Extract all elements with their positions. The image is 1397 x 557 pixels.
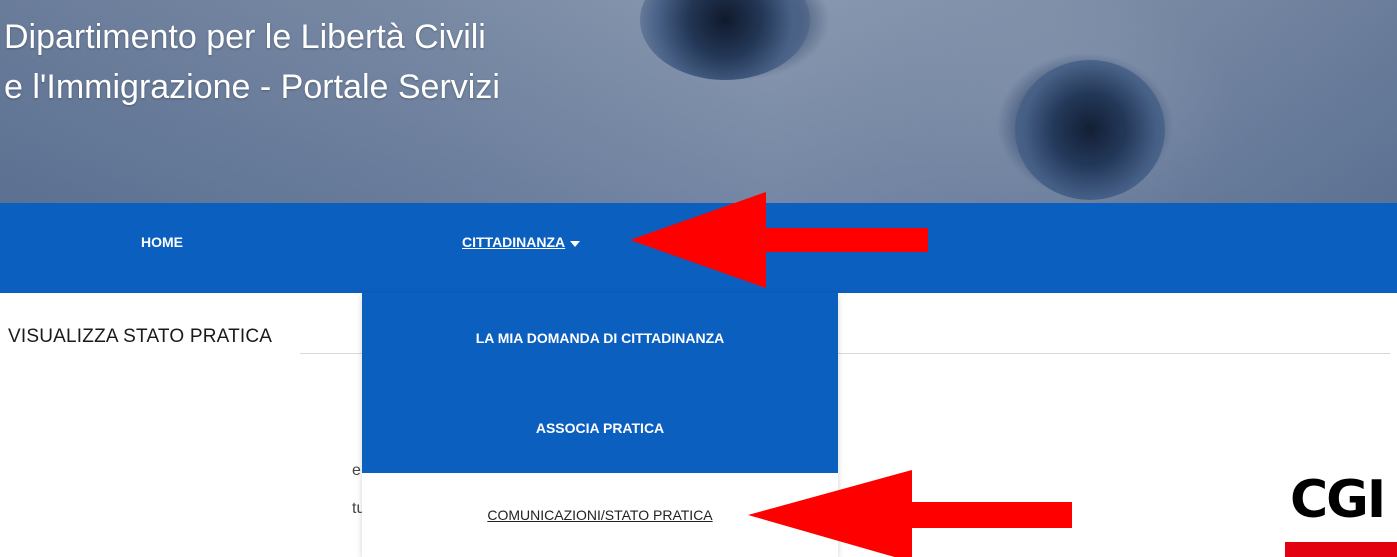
page: Dipartimento per le Libertà Civili e l'I… <box>0 0 1397 557</box>
site-title[interactable]: Dipartimento per le Libertà Civili e l'I… <box>4 12 500 112</box>
arrow-left-icon <box>630 192 928 288</box>
logo-red-bar <box>1285 542 1397 557</box>
arrow-left-icon <box>748 470 1072 557</box>
cgil-logo-text: CGI <box>1290 470 1386 530</box>
nav-home[interactable]: HOME <box>141 197 183 287</box>
site-title-line1: Dipartimento per le Libertà Civili <box>4 18 486 56</box>
site-title-line2: e l'Immigrazione - Portale Servizi <box>4 68 500 106</box>
nav-cittadinanza-label: CITTADINANZA <box>462 234 566 250</box>
body-text-fragment: e <box>352 462 361 479</box>
menu-item-la-mia-domanda[interactable]: LA MIA DOMANDA DI CITTADINANZA <box>362 293 838 383</box>
hero-eye-left <box>640 0 810 80</box>
nav-cittadinanza-menu[interactable]: CITTADINANZA <box>462 197 581 287</box>
page-title: VISUALIZZA STATO PRATICA <box>8 326 273 347</box>
menu-item-associa-pratica[interactable]: ASSOCIA PRATICA <box>362 383 838 473</box>
caret-down-icon <box>570 241 581 247</box>
hero-eye-right <box>1015 60 1165 200</box>
hero-banner: Dipartimento per le Libertà Civili e l'I… <box>0 0 1397 203</box>
